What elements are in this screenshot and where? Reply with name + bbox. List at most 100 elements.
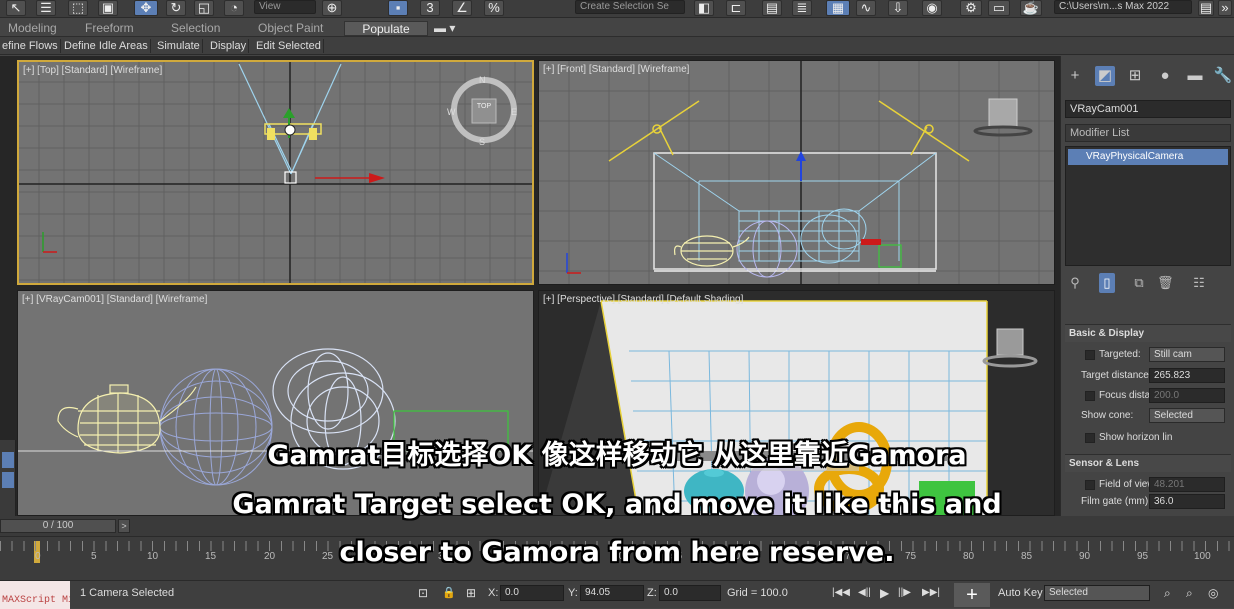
viewport-top-label[interactable]: [+] [Top] [Standard] [Wireframe] [23,65,162,76]
modify-tab-icon[interactable]: ◩ [1095,66,1115,86]
target-distance-label: Target distance: [1081,370,1152,381]
display-tab-icon[interactable]: ▬ [1185,66,1205,86]
angle-snap-icon[interactable]: ∠ [452,0,472,16]
selection-lock-icon[interactable]: 🔒 [442,585,456,601]
next-frame-icon[interactable]: ||▶ [898,585,911,601]
mirror-icon[interactable]: ◧ [694,0,714,16]
play-icon[interactable]: ▶ [880,585,889,601]
percent-snap-icon[interactable]: % [484,0,504,16]
define-idle-areas-button[interactable]: Define Idle Areas [62,39,151,53]
select-manipulate-icon[interactable]: ▪ [388,0,408,16]
object-name-field[interactable]: VRayCam001 [1065,100,1231,118]
perspective-shaded-graphic [539,300,1038,515]
modifier-stack[interactable]: VRayPhysicalCamera [1065,146,1231,266]
show-cone-row: Show cone: Selected [1061,407,1234,425]
set-key-icon[interactable]: + [954,583,990,607]
configure-modifier-sets-icon[interactable]: ☷ [1191,273,1207,293]
motion-tab-icon[interactable]: ● [1155,66,1175,86]
remove-modifier-icon[interactable]: 🗑 [1157,273,1174,293]
previous-frame-icon[interactable]: ◀|| [858,585,871,601]
hierarchy-tab-icon[interactable]: ⊞ [1125,66,1145,86]
define-flows-button[interactable]: efine Flows [0,39,61,53]
show-cone-dropdown[interactable]: Selected [1149,408,1225,423]
align-icon[interactable]: ⊏ [726,0,746,16]
window-crossing-icon[interactable]: ▣ [98,0,118,16]
y-coordinate-field[interactable]: 94.05 [580,585,644,601]
x-label: X: [488,587,499,599]
pin-stack-icon[interactable]: ⚲ [1067,273,1083,293]
focus-distance-checkbox[interactable] [1085,391,1095,401]
scene-explorer-icon[interactable]: ▤ [762,0,782,16]
reference-coordinate-dropdown[interactable]: View [254,0,316,14]
goto-end-icon[interactable]: ▶▶| [922,585,940,601]
scale-tool-icon[interactable]: ◱ [194,0,214,16]
select-by-name-icon[interactable]: ☰ [36,0,56,16]
subtitle-line-3: closer to Gamora from here reserve. [339,537,895,568]
create-tab-icon[interactable]: + [1065,66,1085,86]
orbit-icon[interactable]: ◎ [1208,585,1218,601]
selection-info: 1 Camera Selected [80,587,175,599]
auto-key-button[interactable]: Auto Key [998,585,1043,601]
toggle-ribbon-icon[interactable]: ▦ [826,0,850,16]
tab-modeling[interactable]: Modeling [8,21,57,36]
show-end-result-icon[interactable]: ▯ [1099,273,1115,293]
viewport-front-label[interactable]: [+] [Front] [Standard] [Wireframe] [543,64,689,75]
viewport-camera-label[interactable]: [+] [VRayCam001] [Standard] [Wireframe] [22,294,207,305]
goto-start-icon[interactable]: |◀◀ [832,585,850,601]
viewport-camera[interactable]: [+] [VRayCam001] [Standard] [Wireframe] [17,290,534,516]
focus-distance-spinner[interactable]: 200.0 [1149,388,1225,403]
pivot-center-icon[interactable]: ⊕ [322,0,342,16]
schematic-view-icon[interactable]: ⇩ [888,0,908,16]
populate-ribbon-panel: efine Flows Define Idle Areas Simulate D… [0,37,1234,55]
layer-explorer-icon[interactable]: ≣ [792,0,812,16]
tab-populate[interactable]: Populate [344,21,428,36]
viewcube-top-face[interactable]: TOP [469,103,499,115]
edit-selected-button[interactable]: Edit Selected [254,39,324,53]
z-coordinate-field[interactable]: 0.0 [659,585,721,601]
tab-freeform[interactable]: Freeform [85,21,134,36]
make-unique-icon[interactable]: ⧉ [1131,273,1147,293]
viewcube-east: E [511,107,518,117]
show-cone-label: Show cone: [1081,410,1134,421]
named-selection-set-dropdown[interactable]: Create Selection Se [575,0,685,14]
rollout-basic-display[interactable]: Basic & Display [1065,324,1231,342]
project-folder-dropdown[interactable]: C:\Users\m...s Max 2022 [1054,0,1192,14]
select-object-icon[interactable]: ↖ [6,0,26,16]
viewport-perspective[interactable]: [+] [Perspective] [Standard] [Default Sh… [538,290,1055,516]
render-setup-icon[interactable]: ⚙ [960,0,982,16]
zoom-all-icon[interactable]: ⌕ [1186,585,1193,601]
rendered-frame-icon[interactable]: ▭ [988,0,1010,16]
targeted-checkbox[interactable] [1085,350,1095,360]
render-production-icon[interactable]: ☕ [1020,0,1042,16]
tab-selection[interactable]: Selection [171,21,220,36]
maxscript-listener[interactable]: MAXScript Mi [0,581,70,609]
material-editor-icon[interactable]: ◉ [922,0,942,16]
move-tool-icon[interactable]: ✥ [134,0,158,16]
rotate-tool-icon[interactable]: ↻ [166,0,186,16]
rectangular-selection-icon[interactable]: ⬚ [68,0,88,16]
snap-toggle-icon[interactable]: 3 [420,0,440,16]
utilities-tab-icon[interactable]: 🔧 [1213,66,1233,86]
modifier-list-dropdown[interactable]: Modifier List [1065,124,1231,142]
viewport-perspective-label[interactable]: [+] [Perspective] [Standard] [Default Sh… [543,294,743,305]
viewport-top[interactable]: [+] [Top] [Standard] [Wireframe] TOP N S… [17,60,534,285]
curve-editor-icon[interactable]: ∿ [856,0,876,16]
main-toolbar: ↖ ☰ ⬚ ▣ ✥ ↻ ◱ ◔ View ⊕ ▪ 3 ∠ % Create Se… [0,0,1234,18]
simulate-button[interactable]: Simulate [155,39,203,53]
isolate-selection-icon[interactable]: ⊡ [418,585,432,601]
viewcube-north: N [479,75,486,85]
stack-item-vrayphysicalcamera[interactable]: VRayPhysicalCamera [1068,149,1228,165]
absolute-mode-icon[interactable]: ⊞ [466,585,480,601]
tab-object-paint[interactable]: Object Paint [258,21,323,36]
viewport-front[interactable]: [+] [Front] [Standard] [Wireframe] [538,60,1055,285]
display-button[interactable]: Display [208,39,250,53]
target-distance-spinner[interactable]: 265.823 [1149,368,1225,383]
more-icon[interactable]: » [1218,0,1232,16]
zoom-icon[interactable]: ⌕ [1164,585,1171,601]
targeted-dropdown[interactable]: Still cam [1149,347,1225,362]
placement-icon[interactable]: ◔ [224,0,244,16]
project-menu-icon[interactable]: ▤ [1198,0,1214,16]
ribbon-options-icon[interactable]: ▬ ▾ [434,21,455,36]
key-filter-dropdown[interactable]: Selected [1044,585,1150,601]
x-coordinate-field[interactable]: 0.0 [500,585,564,601]
